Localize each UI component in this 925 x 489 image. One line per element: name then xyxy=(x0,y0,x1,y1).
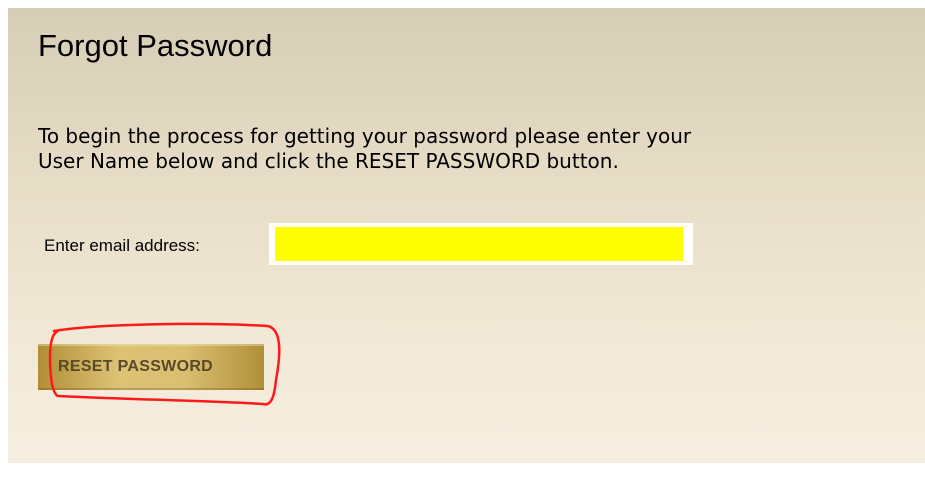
page-title: Forgot Password xyxy=(38,28,273,63)
email-field-container xyxy=(269,223,693,265)
email-field-label: Enter email address: xyxy=(44,236,200,255)
instructions-text: To begin the process for getting your pa… xyxy=(38,124,925,174)
instructions-line-1: To begin the process for getting your pa… xyxy=(38,124,692,148)
forgot-password-panel: Forgot Password To begin the process for… xyxy=(8,8,925,463)
email-field[interactable] xyxy=(275,227,683,261)
instructions-line-2: User Name below and click the RESET PASS… xyxy=(38,149,619,173)
reset-password-button[interactable]: RESET PASSWORD xyxy=(38,344,264,390)
